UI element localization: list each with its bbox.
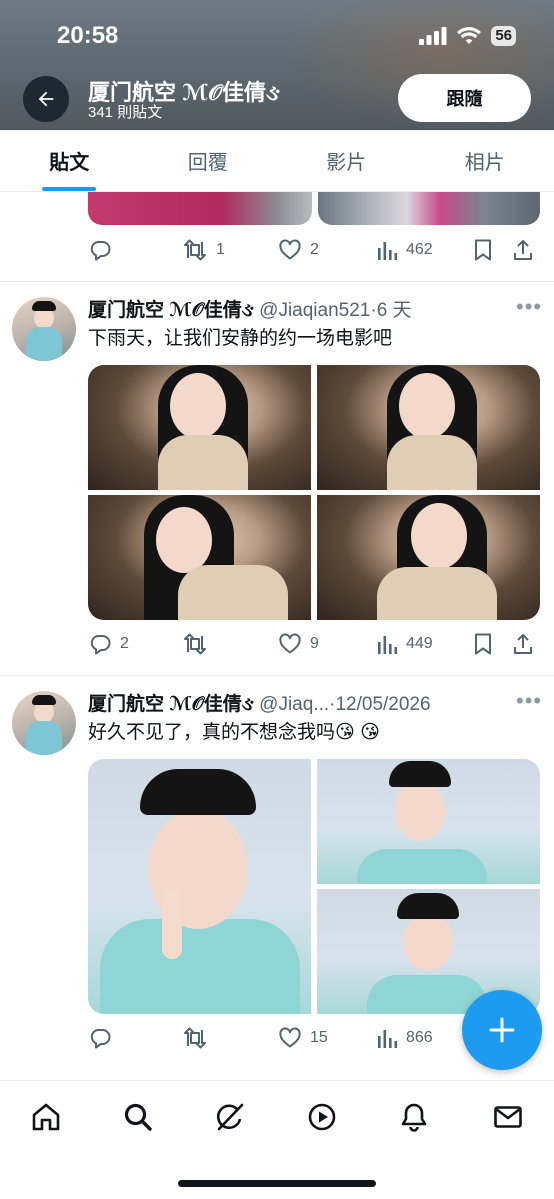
like-icon <box>279 633 301 654</box>
bookmark-icon <box>475 239 491 261</box>
tweet-media-grid <box>88 759 540 1014</box>
home-icon <box>32 1103 60 1131</box>
bookmark-button[interactable] <box>472 238 512 262</box>
tab-replies[interactable]: 回覆 <box>139 130 278 191</box>
tab-posts[interactable]: 貼文 <box>0 130 139 191</box>
share-icon <box>514 634 532 654</box>
compose-button[interactable] <box>462 990 542 1070</box>
tab-videos[interactable]: 影片 <box>277 130 416 191</box>
views-count: 462 <box>406 241 433 258</box>
tweet-time[interactable]: 6 天 <box>377 300 412 321</box>
share-button[interactable] <box>512 632 540 656</box>
tweet-text: 好久不见了，真的不想念我吗😘 😘 <box>88 722 380 743</box>
share-button[interactable] <box>512 238 540 262</box>
share-icon <box>514 240 532 260</box>
signal-icon <box>419 27 447 45</box>
views-icon <box>378 1030 398 1048</box>
compose-plus-icon <box>489 1017 515 1043</box>
nav-search[interactable] <box>120 1099 156 1135</box>
retweet-count: 1 <box>216 241 225 258</box>
tweet-media-grid <box>88 365 540 620</box>
reply-icon <box>90 635 111 655</box>
bookmark-button[interactable] <box>472 632 512 656</box>
like-count: 9 <box>310 635 319 652</box>
bookmark-icon <box>475 633 491 655</box>
tweet-media-photo[interactable] <box>88 495 311 620</box>
video-icon <box>308 1103 336 1131</box>
profile-page: 20:58 56 厦门航空 ℳ𝒪佳倩ઙ 341 則貼文 跟隨 貼文 回覆 影片 … <box>0 0 554 1199</box>
more-icon[interactable]: ••• <box>516 690 542 712</box>
home-indicator[interactable] <box>178 1180 376 1187</box>
like-button[interactable]: 9 <box>278 632 376 656</box>
tweet-media-photo[interactable] <box>318 192 540 225</box>
like-icon <box>279 1027 301 1048</box>
views-button[interactable]: 449 <box>376 633 472 655</box>
like-button[interactable]: 2 <box>278 238 376 262</box>
nav-grok[interactable] <box>212 1099 248 1135</box>
more-icon[interactable]: ••• <box>516 296 542 318</box>
status-time: 20:58 <box>57 22 119 49</box>
tweet-divider <box>0 281 554 282</box>
search-icon <box>124 1103 152 1131</box>
tweet-time[interactable]: 12/05/2026 <box>335 694 430 715</box>
like-count: 2 <box>310 241 319 258</box>
tweet-header: 厦门航空 ℳ𝒪佳倩ઙ @Jiaq...·12/05/2026 <box>88 689 508 715</box>
profile-header: 20:58 56 厦门航空 ℳ𝒪佳倩ઙ 341 則貼文 跟隨 <box>0 0 554 130</box>
tweet-actions: 1 2 462 <box>88 237 540 263</box>
tweet-handle[interactable]: @Jiaq... <box>259 694 329 715</box>
nav-messages[interactable] <box>490 1099 526 1135</box>
status-icons: 56 <box>419 24 516 48</box>
views-icon <box>378 242 398 260</box>
retweet-icon <box>184 1027 206 1049</box>
reply-count: 2 <box>120 635 129 652</box>
avatar[interactable] <box>12 297 76 361</box>
tweet-text: 下雨天，让我们安静的约一场电影吧 <box>88 328 393 349</box>
nav-home[interactable] <box>28 1099 64 1135</box>
views-button[interactable]: 462 <box>376 239 472 261</box>
views-icon <box>378 636 398 654</box>
grok-icon <box>216 1103 244 1131</box>
like-button[interactable]: 15 <box>278 1026 376 1050</box>
profile-tabs: 貼文 回覆 影片 相片 <box>0 130 554 192</box>
tweet-handle[interactable]: @Jiaqian521 <box>259 300 370 321</box>
post-count: 341 則貼文 <box>88 104 163 121</box>
retweet-icon <box>184 239 206 261</box>
like-count: 15 <box>310 1029 328 1046</box>
wifi-icon <box>457 27 482 44</box>
tab-photos[interactable]: 相片 <box>416 130 554 191</box>
reply-button[interactable] <box>88 1026 182 1050</box>
tweet-media-photo[interactable] <box>88 365 311 490</box>
tweet-media-photo[interactable] <box>317 759 540 884</box>
like-icon <box>279 239 301 260</box>
messages-icon <box>494 1106 522 1128</box>
battery-indicator: 56 <box>491 26 516 46</box>
retweet-icon <box>184 633 206 655</box>
retweet-button[interactable] <box>182 1026 278 1050</box>
tweet-media-photo[interactable] <box>317 365 540 490</box>
nav-notifications[interactable] <box>396 1099 432 1135</box>
tweet-divider <box>0 675 554 676</box>
nav-video[interactable] <box>304 1099 340 1135</box>
reply-icon <box>90 1029 111 1049</box>
reply-button[interactable] <box>88 238 182 262</box>
tweet-header: 厦门航空 ℳ𝒪佳倩ઙ @Jiaqian521·6 天 <box>88 295 508 321</box>
tweet-media-photo[interactable] <box>317 495 540 620</box>
retweet-button[interactable] <box>182 632 278 656</box>
tweet-author-name[interactable]: 厦门航空 ℳ𝒪佳倩ઙ <box>88 300 254 321</box>
retweet-button[interactable]: 1 <box>182 238 278 262</box>
reply-button[interactable]: 2 <box>88 632 182 656</box>
tweet-media-photo[interactable] <box>88 192 312 225</box>
tweet-media-photo[interactable] <box>88 759 311 1014</box>
reply-icon <box>90 241 111 261</box>
avatar[interactable] <box>12 691 76 755</box>
views-button[interactable]: 866 <box>376 1027 472 1049</box>
back-arrow-icon <box>38 91 54 107</box>
notifications-icon <box>401 1103 427 1132</box>
tweet-actions: 2 9 449 <box>88 631 540 657</box>
follow-button[interactable]: 跟隨 <box>398 74 531 122</box>
views-count: 449 <box>406 635 433 652</box>
tweet-author-name[interactable]: 厦门航空 ℳ𝒪佳倩ઙ <box>88 694 254 715</box>
back-button[interactable] <box>23 76 69 122</box>
views-count: 866 <box>406 1029 433 1046</box>
